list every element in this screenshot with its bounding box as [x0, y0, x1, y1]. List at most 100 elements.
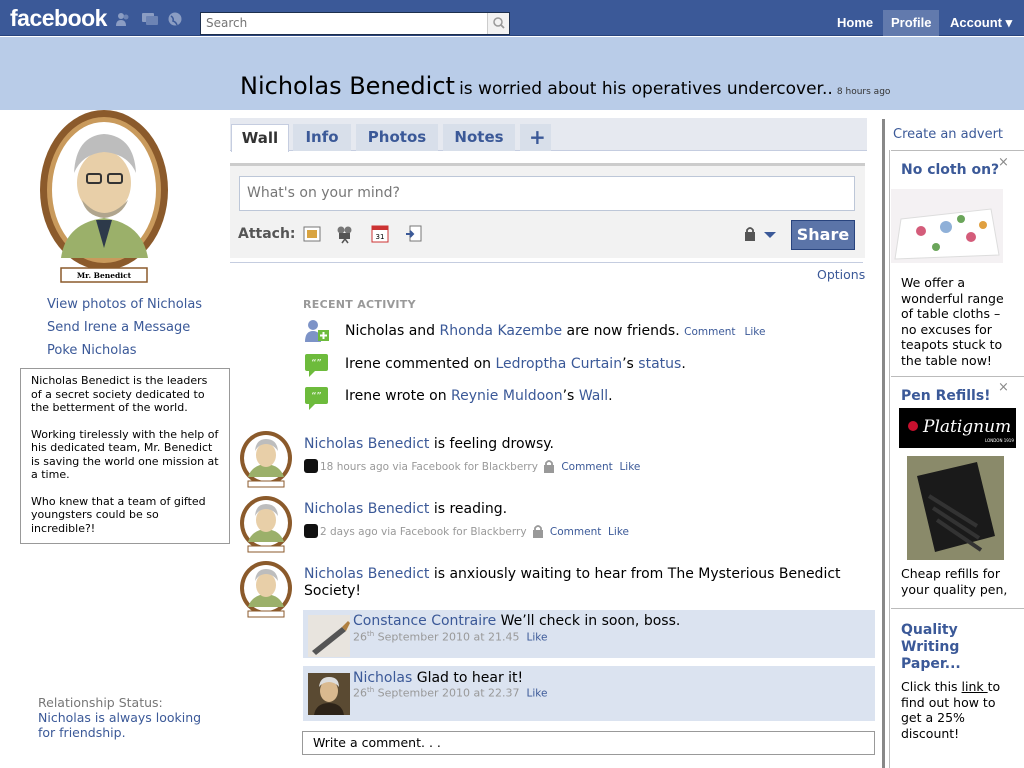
attach-label: Attach:	[238, 226, 296, 242]
person-link[interactable]: Ledroptha Curtain	[495, 356, 622, 372]
bio-paragraph: Nicholas Benedict is the leaders of a se…	[31, 374, 208, 414]
ad-separator	[891, 150, 1024, 151]
status-line: Nicholas Benedict is worried about his o…	[240, 72, 890, 100]
platignum-logo[interactable]: PlatignumLONDON 1919	[899, 408, 1016, 448]
like-link[interactable]: Like	[744, 326, 765, 338]
ad-text: We offer a wonderful range of table clot…	[901, 275, 1004, 368]
bio-paragraph: Who knew that a team of gifted youngster…	[31, 494, 206, 535]
svg-text:Platignum: Platignum	[922, 417, 1011, 437]
status-composer[interactable]: What's on your mind?	[239, 176, 855, 211]
comment-link[interactable]: Comment	[550, 526, 601, 538]
column-divider	[882, 119, 885, 768]
activity-item: Nicholas and Rhonda Kazembe are now frie…	[345, 323, 766, 339]
post-author[interactable]: Nicholas Benedict	[304, 501, 429, 517]
comment-bubble-icon: “”	[305, 354, 328, 377]
ad-text: Click this link to find out how to get a…	[901, 679, 1001, 741]
person-link[interactable]: Reynie Muldoon	[451, 388, 563, 404]
like-link[interactable]: Like	[527, 632, 548, 644]
post-avatar[interactable]	[238, 561, 294, 619]
svg-text:31: 31	[376, 233, 385, 241]
video-attach-icon[interactable]	[335, 224, 355, 244]
relationship-value[interactable]: Nicholas is always looking for friendshi…	[38, 710, 218, 740]
status-link[interactable]: status	[638, 356, 681, 372]
comment-author[interactable]: Nicholas	[353, 670, 412, 686]
ink-cartridge-ad-image[interactable]	[907, 456, 1004, 560]
lock-icon	[544, 460, 555, 473]
search-box[interactable]	[200, 12, 510, 35]
activity-item: Irene wrote on Reynie Muldoon’s Wall.	[345, 388, 613, 404]
privacy-lock-icon[interactable]	[744, 226, 778, 242]
svg-text:LONDON 1919: LONDON 1919	[985, 438, 1014, 443]
search-input[interactable]	[201, 13, 481, 33]
post-author[interactable]: Nicholas Benedict	[304, 436, 429, 452]
comment-avatar-portrait[interactable]	[308, 673, 350, 715]
comment-text: Nicholas Glad to hear it!	[353, 670, 524, 686]
tab-photos[interactable]: Photos	[356, 124, 438, 151]
messages-icon[interactable]	[142, 12, 158, 26]
wall-link[interactable]: Wall	[579, 388, 608, 404]
comment-link[interactable]: Comment	[684, 326, 735, 338]
friend-link[interactable]: Rhonda Kazembe	[440, 323, 563, 339]
close-icon[interactable]: ×	[998, 155, 1009, 170]
nav-home[interactable]: Home	[829, 10, 881, 36]
like-link[interactable]: Like	[527, 688, 548, 700]
search-icon	[493, 17, 505, 29]
like-link[interactable]: Like	[619, 461, 640, 473]
blackberry-icon	[304, 459, 318, 473]
ad-title[interactable]: No cloth on?	[901, 162, 999, 178]
tab-wall[interactable]: Wall	[231, 124, 289, 152]
ad-title[interactable]: Quality Writing Paper...	[901, 622, 1016, 673]
options-link[interactable]: Options	[817, 267, 865, 282]
post-author[interactable]: Nicholas Benedict	[304, 566, 429, 582]
comment-author[interactable]: Constance Contraire	[353, 613, 496, 629]
post-text: Nicholas Benedict is reading.	[304, 501, 508, 517]
column-divider	[889, 150, 890, 768]
nav-profile[interactable]: Profile	[883, 10, 940, 36]
notifications-globe-icon[interactable]	[167, 12, 183, 26]
close-icon[interactable]: ×	[998, 380, 1009, 395]
portrait-caption: Mr. Benedict	[77, 271, 132, 280]
post-avatar[interactable]	[238, 431, 294, 489]
like-link[interactable]: Like	[608, 526, 629, 538]
photo-attach-icon[interactable]	[302, 224, 322, 244]
post-meta: 2 days ago via Facebook for Blackberry C…	[304, 524, 629, 538]
comment-text: Constance Contraire We’ll check in soon,…	[353, 613, 681, 629]
search-button[interactable]	[487, 13, 509, 34]
post-avatar[interactable]	[238, 496, 294, 554]
tab-notes[interactable]: Notes	[443, 124, 515, 151]
bio-box: Nicholas Benedict is the leaders of a se…	[20, 368, 230, 544]
ad-link[interactable]: link	[962, 679, 988, 694]
send-message-link[interactable]: Send Irene a Message	[47, 320, 190, 335]
comment-avatar-pen[interactable]	[308, 615, 350, 657]
blackberry-icon	[304, 524, 318, 538]
share-button[interactable]: Share	[791, 220, 855, 250]
facebook-logo[interactable]: facebook	[10, 5, 107, 32]
tab-add[interactable]: +	[520, 124, 551, 151]
svg-text:“”: “”	[311, 391, 321, 402]
tab-info[interactable]: Info	[293, 124, 351, 151]
comment-meta: 26th September 2010 at 21.45 Like	[353, 630, 548, 644]
ad-text: Cheap refills for your quality pen,	[901, 566, 1008, 597]
comment-link[interactable]: Comment	[561, 461, 612, 473]
friendship-icon	[305, 320, 329, 342]
nav-account[interactable]: Account ▾	[942, 10, 1020, 36]
friend-requests-icon[interactable]	[115, 12, 131, 26]
comment-meta: 26th September 2010 at 22.37 Like	[353, 686, 548, 700]
tablecloth-ad-image[interactable]	[891, 189, 1003, 263]
event-attach-icon[interactable]: 31	[370, 224, 390, 244]
status-time: 8 hours ago	[836, 87, 891, 97]
view-photos-link[interactable]: View photos of Nicholas	[47, 297, 202, 312]
activity-item: Irene commented on Ledroptha Curtain’s s…	[345, 356, 686, 372]
link-attach-icon[interactable]	[404, 224, 424, 244]
ad-title[interactable]: Pen Refills!	[901, 388, 991, 404]
bio-paragraph: Working tirelessly with the help of his …	[31, 427, 219, 482]
poke-link[interactable]: Poke Nicholas	[47, 343, 137, 358]
ad-separator	[891, 608, 1024, 609]
recent-activity-heading: RECENT ACTIVITY	[303, 298, 416, 311]
wall-post-icon: “”	[305, 387, 328, 410]
svg-text:“”: “”	[311, 358, 321, 369]
write-comment-input[interactable]: Write a comment. . .	[302, 731, 875, 755]
current-status: is worried about his operatives undercov…	[459, 79, 833, 99]
create-advert-link[interactable]: Create an advert	[893, 127, 1003, 142]
profile-picture[interactable]: Mr. Benedict	[36, 108, 176, 288]
